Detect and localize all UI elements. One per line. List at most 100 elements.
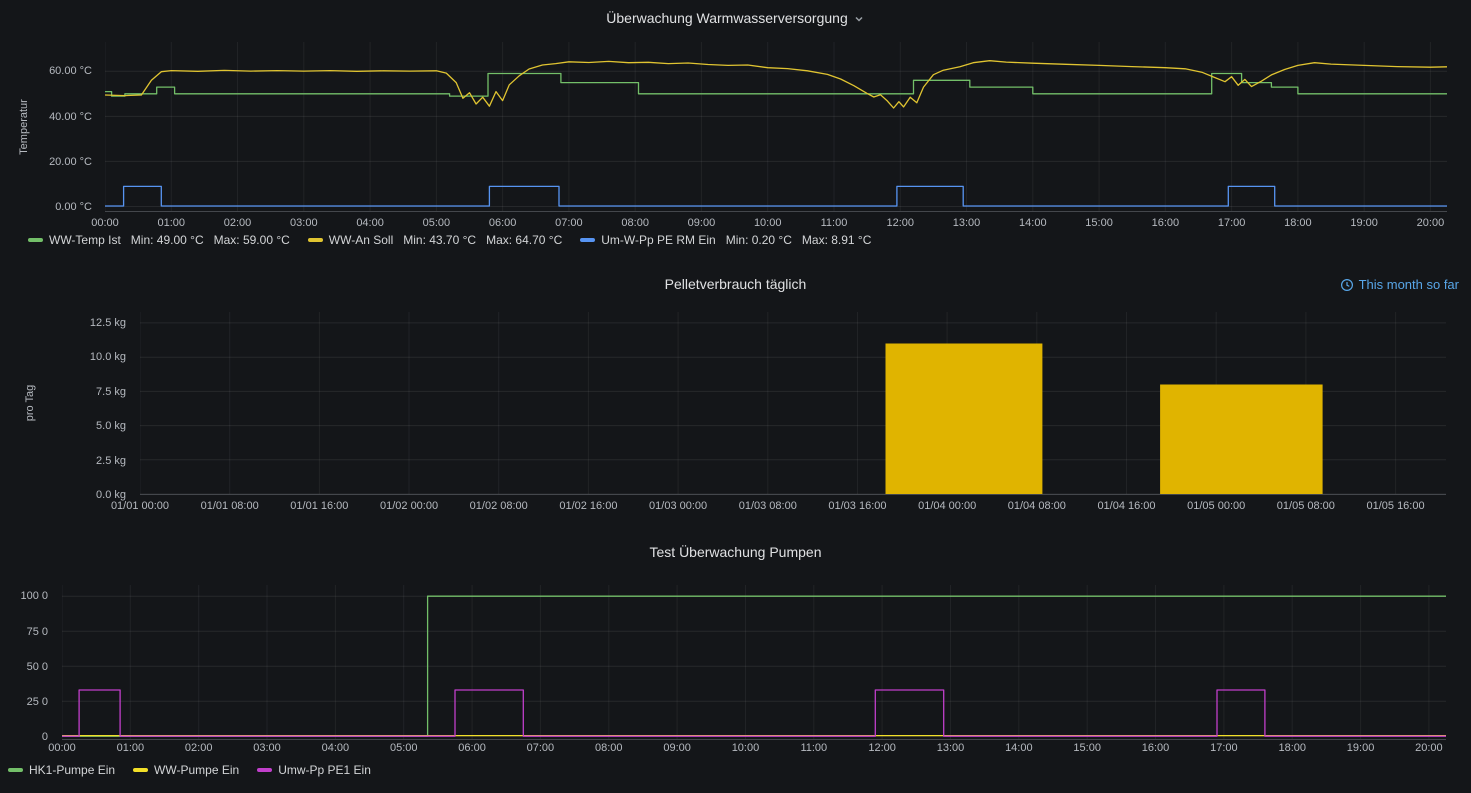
x-tick-label: 20:00 bbox=[1415, 742, 1443, 754]
y-axis: 0.00 °C20.00 °C40.00 °C60.00 °C bbox=[28, 42, 98, 212]
x-tick-label: 16:00 bbox=[1142, 742, 1170, 754]
chevron-down-icon bbox=[853, 13, 865, 25]
y-axis: 0.0 kg2.5 kg5.0 kg7.5 kg10.0 kg12.5 kg bbox=[70, 312, 132, 495]
x-tick-label: 13:00 bbox=[937, 742, 965, 754]
panel-title-text: Überwachung Warmwasserversorgung bbox=[606, 10, 847, 26]
panel-header-warmwasser[interactable]: Überwachung Warmwasserversorgung bbox=[0, 10, 1471, 26]
x-tick-label: 05:00 bbox=[423, 217, 451, 229]
panel-title-text: Test Überwachung Pumpen bbox=[650, 544, 822, 560]
series-line bbox=[105, 61, 1447, 108]
panel-header-pelletverbrauch[interactable]: Pelletverbrauch täglich bbox=[0, 276, 1471, 292]
x-tick-label: 01/01 08:00 bbox=[201, 500, 259, 512]
x-tick-label: 13:00 bbox=[953, 217, 981, 229]
clock-icon bbox=[1340, 278, 1354, 292]
x-tick-label: 04:00 bbox=[322, 742, 350, 754]
legend-item-um-w-pp-pe-rm-ein[interactable]: Um-W-Pp PE RM Ein Min: 0.20 °C Max: 8.91… bbox=[580, 233, 871, 247]
x-tick-label: 01/02 16:00 bbox=[559, 500, 617, 512]
time-range-link[interactable]: This month so far bbox=[1340, 277, 1459, 292]
x-tick-label: 06:00 bbox=[458, 742, 486, 754]
x-tick-label: 03:00 bbox=[290, 217, 318, 229]
x-tick-label: 01/02 08:00 bbox=[470, 500, 528, 512]
x-tick-label: 01/03 08:00 bbox=[739, 500, 797, 512]
x-tick-label: 18:00 bbox=[1278, 742, 1306, 754]
x-tick-label: 02:00 bbox=[185, 742, 213, 754]
x-tick-label: 06:00 bbox=[489, 217, 517, 229]
series-color-swatch bbox=[580, 238, 595, 242]
chart-pelletverbrauch[interactable] bbox=[140, 312, 1446, 495]
y-tick-label: 60.00 °C bbox=[49, 65, 92, 77]
legend-item-hk1-pumpe-ein[interactable]: HK1-Pumpe Ein bbox=[8, 763, 115, 777]
x-tick-label: 01/03 16:00 bbox=[828, 500, 886, 512]
x-tick-label: 15:00 bbox=[1085, 217, 1113, 229]
series-name: WW-An Soll bbox=[329, 233, 393, 247]
x-tick-label: 02:00 bbox=[224, 217, 252, 229]
series-name: Umw-Pp PE1 Ein bbox=[278, 763, 371, 777]
x-tick-label: 01:00 bbox=[117, 742, 145, 754]
legend-item-ww-temp-ist[interactable]: WW-Temp Ist Min: 49.00 °C Max: 59.00 °C bbox=[28, 233, 290, 247]
chart-canvas bbox=[62, 585, 1446, 739]
x-tick-label: 09:00 bbox=[688, 217, 716, 229]
x-tick-label: 01/01 00:00 bbox=[111, 500, 169, 512]
x-tick-label: 01/01 16:00 bbox=[290, 500, 348, 512]
x-tick-label: 10:00 bbox=[732, 742, 760, 754]
y-tick-label: 7.5 kg bbox=[96, 386, 126, 398]
series-name: WW-Temp Ist bbox=[49, 233, 121, 247]
y-tick-label: 5.0 kg bbox=[96, 420, 126, 432]
x-tick-label: 00:00 bbox=[48, 742, 76, 754]
x-tick-label: 01:00 bbox=[158, 217, 186, 229]
x-tick-label: 01/03 00:00 bbox=[649, 500, 707, 512]
x-axis: 01/01 00:0001/01 08:0001/01 16:0001/02 0… bbox=[140, 500, 1446, 514]
legend-item-ww-pumpe-ein[interactable]: WW-Pumpe Ein bbox=[133, 763, 239, 777]
x-tick-label: 18:00 bbox=[1284, 217, 1312, 229]
x-tick-label: 00:00 bbox=[91, 217, 119, 229]
bar[interactable] bbox=[1160, 385, 1323, 495]
panel-header-pumpen[interactable]: Test Überwachung Pumpen bbox=[0, 544, 1471, 560]
x-tick-label: 14:00 bbox=[1019, 217, 1047, 229]
series-name: HK1-Pumpe Ein bbox=[29, 763, 115, 777]
x-tick-label: 01/05 00:00 bbox=[1187, 500, 1245, 512]
x-tick-label: 10:00 bbox=[754, 217, 782, 229]
legend-warmwasser: WW-Temp Ist Min: 49.00 °C Max: 59.00 °C … bbox=[28, 233, 871, 247]
x-tick-label: 17:00 bbox=[1210, 742, 1238, 754]
chart-canvas bbox=[105, 42, 1447, 211]
x-tick-label: 01/04 08:00 bbox=[1008, 500, 1066, 512]
chart-pumpen[interactable] bbox=[62, 585, 1446, 740]
chart-warmwasser[interactable] bbox=[105, 42, 1447, 212]
x-tick-label: 20:00 bbox=[1417, 217, 1445, 229]
x-tick-label: 09:00 bbox=[663, 742, 691, 754]
y-tick-label: 100 0 bbox=[20, 590, 48, 602]
y-tick-label: 10.0 kg bbox=[90, 351, 126, 363]
series-line bbox=[105, 186, 1447, 206]
x-tick-label: 08:00 bbox=[595, 742, 623, 754]
series-max-value: Max: 64.70 °C bbox=[486, 233, 562, 247]
legend-item-ww-an-soll[interactable]: WW-An Soll Min: 43.70 °C Max: 64.70 °C bbox=[308, 233, 562, 247]
series-line bbox=[105, 74, 1447, 97]
x-axis: 00:0001:0002:0003:0004:0005:0006:0007:00… bbox=[105, 217, 1447, 231]
x-tick-label: 16:00 bbox=[1152, 217, 1180, 229]
panel-warmwasserversorgung: Überwachung Warmwasserversorgung Tempera… bbox=[0, 0, 1471, 258]
x-tick-label: 01/05 08:00 bbox=[1277, 500, 1335, 512]
series-color-swatch bbox=[257, 768, 272, 772]
x-tick-label: 07:00 bbox=[555, 217, 583, 229]
legend-item-umw-pp-pe1-ein[interactable]: Umw-Pp PE1 Ein bbox=[257, 763, 371, 777]
chart-canvas bbox=[140, 312, 1446, 494]
x-tick-label: 01/04 16:00 bbox=[1097, 500, 1155, 512]
y-axis-title: pro Tag bbox=[24, 385, 36, 422]
time-range-label: This month so far bbox=[1359, 277, 1459, 292]
series-min-value: Min: 0.20 °C bbox=[726, 233, 792, 247]
bar[interactable] bbox=[886, 344, 1043, 495]
grafana-dashboard: Überwachung Warmwasserversorgung Tempera… bbox=[0, 0, 1471, 793]
panel-pumpen: Test Überwachung Pumpen 025 050 075 0100… bbox=[0, 534, 1471, 793]
panel-pelletverbrauch: Pelletverbrauch täglich This month so fa… bbox=[0, 258, 1471, 534]
x-tick-label: 19:00 bbox=[1347, 742, 1375, 754]
x-tick-label: 12:00 bbox=[886, 217, 914, 229]
series-color-swatch bbox=[308, 238, 323, 242]
series-color-swatch bbox=[28, 238, 43, 242]
series-max-value: Max: 8.91 °C bbox=[802, 233, 872, 247]
legend-pumpen: HK1-Pumpe Ein WW-Pumpe Ein Umw-Pp PE1 Ei… bbox=[8, 763, 371, 777]
y-tick-label: 20.00 °C bbox=[49, 156, 92, 168]
x-tick-label: 11:00 bbox=[821, 217, 848, 229]
y-axis: 025 050 075 0100 0 bbox=[2, 585, 54, 740]
x-tick-label: 01/04 00:00 bbox=[918, 500, 976, 512]
x-tick-label: 04:00 bbox=[356, 217, 384, 229]
